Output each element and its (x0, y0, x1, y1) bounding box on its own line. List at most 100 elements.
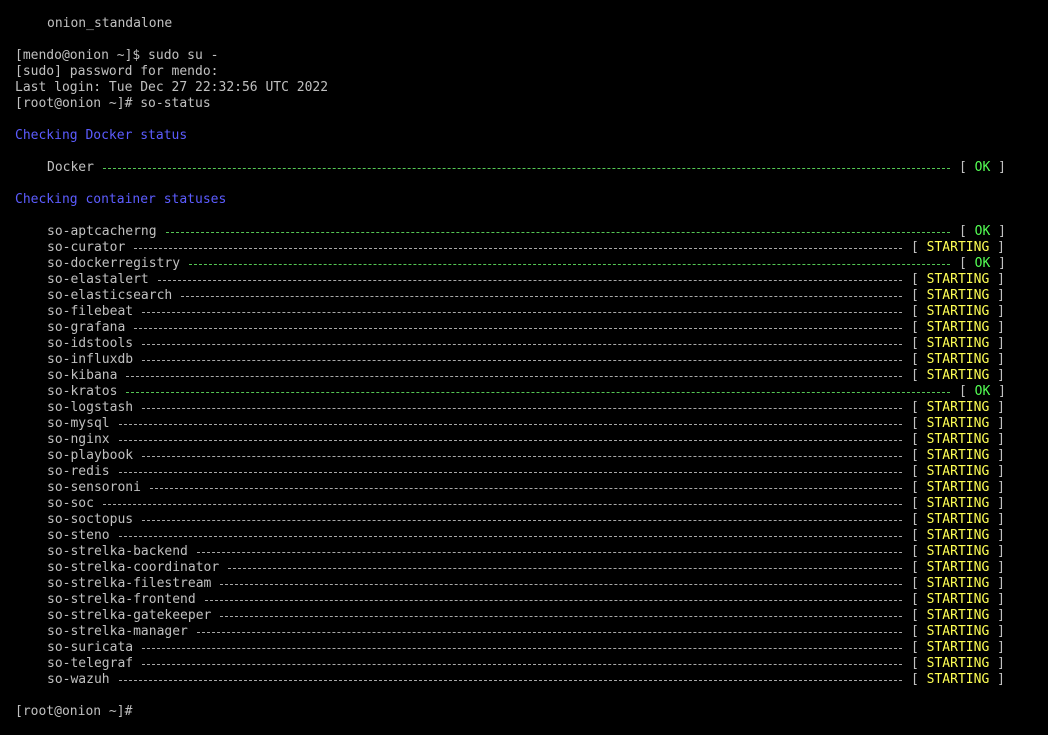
status-value: STARTING (926, 512, 990, 527)
status-leader-dashes (149, 488, 902, 489)
container-row: so-steno [ STARTING ] (47, 528, 1005, 544)
status-badge: [ STARTING ] (911, 656, 1005, 672)
status-bracket-open: [ (959, 224, 975, 239)
status-value: STARTING (926, 480, 990, 495)
status-value: STARTING (926, 272, 990, 287)
status-leader-dashes (102, 504, 902, 505)
status-badge: [ STARTING ] (911, 608, 1005, 624)
service-name: Docker (47, 160, 94, 175)
status-bracket-close: ] (989, 608, 1005, 623)
status-leader-dashes (142, 312, 902, 313)
status-leader-dashes (142, 664, 902, 665)
status-leader-dashes (181, 296, 902, 297)
status-bracket-open: [ (911, 352, 927, 367)
status-bracket-close: ] (990, 160, 1006, 175)
status-badge: [ OK ] (959, 256, 1006, 272)
status-badge: [ OK ] (959, 160, 1006, 176)
status-leader-dashes (142, 344, 902, 345)
status-value: STARTING (926, 592, 990, 607)
service-name: so-elasticsearch (47, 288, 173, 303)
status-value: STARTING (926, 464, 990, 479)
status-bracket-close: ] (989, 304, 1005, 319)
container-row: so-kratos [ OK ] (47, 384, 1006, 400)
status-bracket-close: ] (989, 288, 1005, 303)
status-value: STARTING (926, 448, 990, 463)
container-row: so-soc [ STARTING ] (47, 496, 1005, 512)
status-value: STARTING (926, 304, 990, 319)
status-value: STARTING (926, 544, 990, 559)
service-name: so-soctopus (47, 512, 134, 527)
status-value: OK (974, 256, 991, 271)
status-bracket-open: [ (959, 384, 975, 399)
status-bracket-open: [ (911, 496, 927, 511)
service-name: so-wazuh (47, 672, 110, 687)
container-row: so-filebeat [ STARTING ] (47, 304, 1005, 320)
status-bracket-close: ] (989, 624, 1005, 639)
last-login-line: Last login: Tue Dec 27 22:32:56 UTC 2022 (15, 80, 329, 95)
status-leader-dashes (142, 456, 902, 457)
container-row: so-elasticsearch [ STARTING ] (47, 288, 1005, 304)
status-bracket-open: [ (911, 640, 927, 655)
status-bracket-open: [ (959, 256, 975, 271)
status-bracket-open: [ (911, 672, 927, 687)
status-leader-dashes (228, 568, 902, 569)
status-leader-dashes (142, 408, 902, 409)
docker-status-row: Docker [ OK ] (47, 160, 1006, 176)
status-bracket-open: [ (911, 512, 927, 527)
status-bracket-open: [ (911, 272, 927, 287)
container-row: so-curator [ STARTING ] (47, 240, 1005, 256)
status-bracket-open: [ (911, 608, 927, 623)
container-row: so-nginx [ STARTING ] (47, 432, 1005, 448)
status-value: STARTING (926, 640, 990, 655)
status-bracket-open: [ (911, 656, 927, 671)
status-badge: [ STARTING ] (911, 448, 1005, 464)
status-badge: [ STARTING ] (911, 560, 1005, 576)
service-name: so-filebeat (47, 304, 134, 319)
container-row: so-soctopus [ STARTING ] (47, 512, 1005, 528)
container-row: so-strelka-frontend [ STARTING ] (47, 592, 1005, 608)
status-badge: [ STARTING ] (911, 336, 1005, 352)
status-leader-dashes (204, 600, 902, 601)
status-leader-dashes (118, 680, 902, 681)
service-name: so-strelka-frontend (47, 592, 196, 607)
status-bracket-open: [ (911, 528, 927, 543)
status-bracket-open: [ (911, 416, 927, 431)
container-row: so-strelka-gatekeeper [ STARTING ] (47, 608, 1005, 624)
service-name: so-mysql (47, 416, 110, 431)
status-value: OK (974, 224, 991, 239)
container-row: so-mysql [ STARTING ] (47, 416, 1005, 432)
status-value: STARTING (926, 336, 990, 351)
status-bracket-open: [ (911, 368, 927, 383)
terminal-window[interactable]: onion_standalone [mendo@onion ~]$ sudo s… (0, 0, 1048, 735)
status-badge: [ STARTING ] (911, 512, 1005, 528)
status-badge: [ STARTING ] (911, 592, 1005, 608)
status-bracket-close: ] (990, 224, 1006, 239)
container-status-heading: Checking container statuses (15, 192, 227, 207)
status-badge: [ OK ] (959, 384, 1006, 400)
status-value: STARTING (926, 368, 990, 383)
status-leader-dashes (220, 584, 902, 585)
status-badge: [ STARTING ] (911, 624, 1005, 640)
status-bracket-open: [ (911, 560, 927, 575)
container-row: so-redis [ STARTING ] (47, 464, 1005, 480)
container-row: so-suricata [ STARTING ] (47, 640, 1005, 656)
status-leader-dashes (165, 232, 950, 233)
container-row: so-strelka-backend [ STARTING ] (47, 544, 1005, 560)
status-bracket-open: [ (911, 624, 927, 639)
container-row: so-elastalert [ STARTING ] (47, 272, 1005, 288)
sudo-password-line: [sudo] password for mendo: (15, 64, 219, 79)
final-prompt[interactable]: [root@onion ~]# (15, 704, 132, 720)
status-value: STARTING (926, 416, 990, 431)
status-leader-dashes (126, 392, 950, 393)
status-badge: [ OK ] (959, 224, 1006, 240)
status-badge: [ STARTING ] (911, 672, 1005, 688)
status-badge: [ STARTING ] (911, 528, 1005, 544)
status-value: STARTING (926, 576, 990, 591)
status-bracket-close: ] (989, 400, 1005, 415)
status-badge: [ STARTING ] (911, 464, 1005, 480)
service-name: so-telegraf (47, 656, 134, 671)
service-name: so-sensoroni (47, 480, 141, 495)
service-name: so-strelka-gatekeeper (47, 608, 212, 623)
status-leader-dashes (134, 328, 902, 329)
status-leader-dashes (220, 616, 902, 617)
